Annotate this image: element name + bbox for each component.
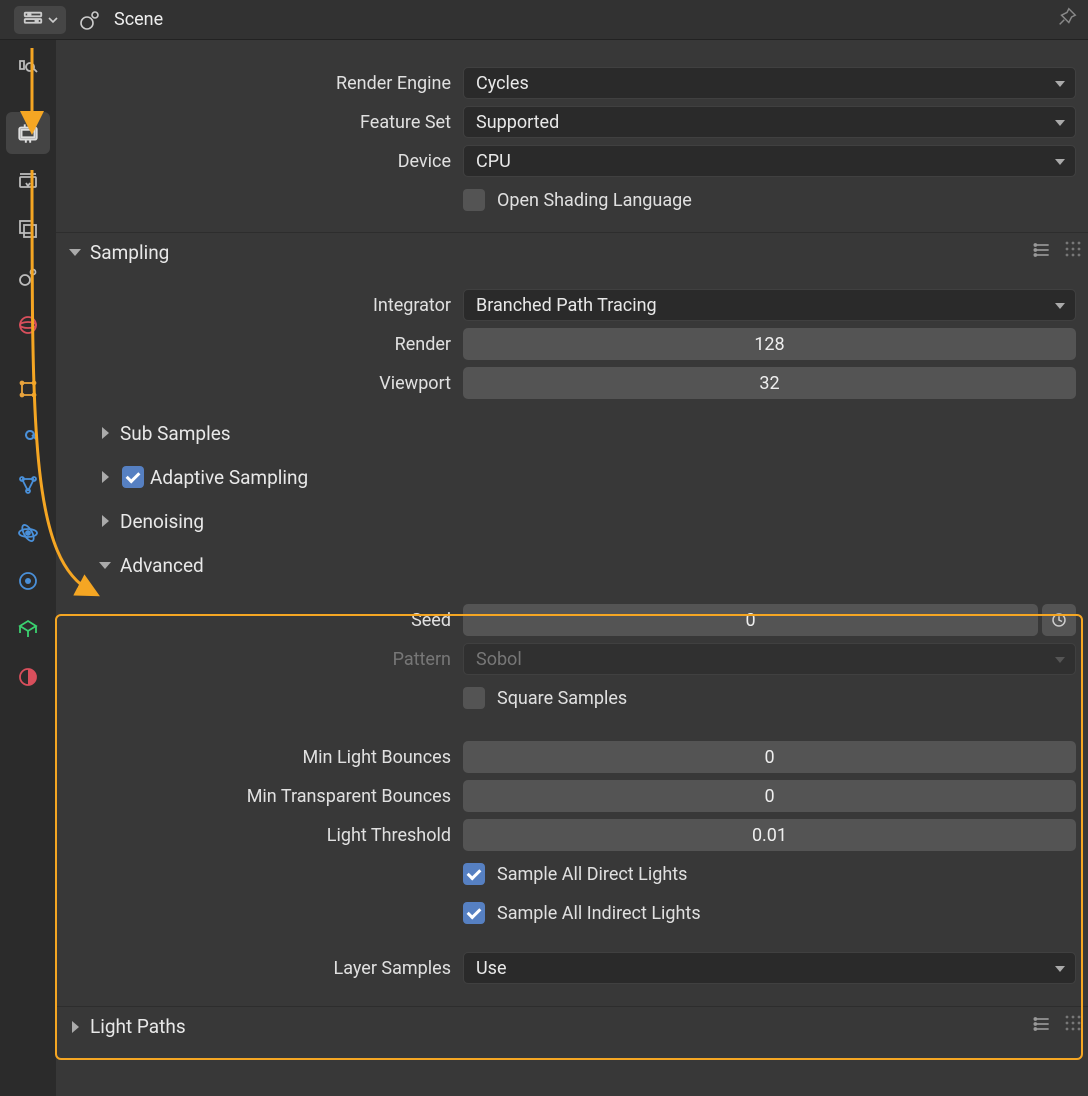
integrator-select[interactable]: Branched Path Tracing xyxy=(463,289,1076,321)
sub-samples-panel-header[interactable]: Sub Samples xyxy=(68,411,1076,455)
tab-tool[interactable] xyxy=(6,48,50,90)
chevron-down-icon xyxy=(48,15,58,25)
light-paths-panel-header[interactable]: Light Paths xyxy=(56,1006,1088,1046)
pin-icon[interactable] xyxy=(1056,6,1078,33)
adaptive-sampling-panel-header[interactable]: Adaptive Sampling xyxy=(68,455,1076,499)
render-properties-content: Render Engine Cycles Feature Set Support… xyxy=(56,40,1088,1096)
render-engine-select[interactable]: Cycles xyxy=(463,67,1076,99)
tab-material[interactable] xyxy=(6,656,50,698)
square-samples-label: Square Samples xyxy=(497,688,627,709)
tab-modifiers[interactable] xyxy=(6,416,50,458)
sample-direct-checkbox[interactable] xyxy=(463,863,485,885)
tab-scene[interactable] xyxy=(6,256,50,298)
sampling-panel-header[interactable]: Sampling xyxy=(56,232,1088,272)
disclosure-right-icon xyxy=(68,1020,82,1034)
min-transparent-bounces-field[interactable]: 0 xyxy=(463,780,1076,812)
seed-label: Seed xyxy=(68,610,463,631)
device-select[interactable]: CPU xyxy=(463,145,1076,177)
drag-handle-icon[interactable] xyxy=(1064,240,1082,265)
render-engine-label: Render Engine xyxy=(68,73,463,94)
layer-samples-label: Layer Samples xyxy=(68,958,463,979)
sample-indirect-label: Sample All Indirect Lights xyxy=(497,903,701,924)
tab-output[interactable] xyxy=(6,160,50,202)
drag-handle-icon[interactable] xyxy=(1064,1014,1082,1039)
viewport-samples-label: Viewport xyxy=(68,373,463,394)
disclosure-down-icon xyxy=(98,558,112,572)
osl-checkbox[interactable] xyxy=(463,189,485,211)
tab-render[interactable] xyxy=(6,112,50,154)
denoising-panel-header[interactable]: Denoising xyxy=(68,499,1076,543)
min-light-bounces-field[interactable]: 0 xyxy=(463,741,1076,773)
layer-samples-select[interactable]: Use xyxy=(463,952,1076,984)
seed-clock-button[interactable] xyxy=(1042,604,1076,636)
device-label: Device xyxy=(68,151,463,172)
disclosure-right-icon xyxy=(98,514,112,528)
render-samples-label: Render xyxy=(68,334,463,355)
feature-set-select[interactable]: Supported xyxy=(463,106,1076,138)
adaptive-sampling-checkbox[interactable] xyxy=(122,466,144,488)
pattern-label: Pattern xyxy=(68,649,463,670)
min-light-bounces-label: Min Light Bounces xyxy=(68,747,463,768)
scene-icon xyxy=(78,8,102,32)
tab-physics[interactable] xyxy=(6,512,50,554)
light-threshold-field[interactable]: 0.01 xyxy=(463,819,1076,851)
properties-icon xyxy=(22,9,44,31)
tab-world[interactable] xyxy=(6,304,50,346)
osl-label: Open Shading Language xyxy=(497,190,692,211)
properties-tabs xyxy=(0,40,56,1096)
viewport-samples-field[interactable]: 32 xyxy=(463,367,1076,399)
feature-set-label: Feature Set xyxy=(68,112,463,133)
preset-icon[interactable] xyxy=(1032,1014,1052,1039)
tab-object[interactable] xyxy=(6,368,50,410)
preset-icon[interactable] xyxy=(1032,240,1052,265)
light-threshold-label: Light Threshold xyxy=(68,825,463,846)
disclosure-right-icon xyxy=(98,470,112,484)
seed-field[interactable]: 0 xyxy=(463,604,1038,636)
integrator-label: Integrator xyxy=(68,295,463,316)
square-samples-checkbox[interactable] xyxy=(463,687,485,709)
render-samples-field[interactable]: 128 xyxy=(463,328,1076,360)
tab-data[interactable] xyxy=(6,608,50,650)
sample-direct-label: Sample All Direct Lights xyxy=(497,864,687,885)
disclosure-down-icon xyxy=(68,246,82,260)
min-transparent-bounces-label: Min Transparent Bounces xyxy=(68,786,463,807)
disclosure-right-icon xyxy=(98,426,112,440)
pattern-select: Sobol xyxy=(463,643,1076,675)
tab-viewlayer[interactable] xyxy=(6,208,50,250)
tab-constraints[interactable] xyxy=(6,560,50,602)
tab-particles[interactable] xyxy=(6,464,50,506)
editor-type-button[interactable] xyxy=(14,6,66,34)
sample-indirect-checkbox[interactable] xyxy=(463,902,485,924)
properties-header: Scene xyxy=(0,0,1088,40)
advanced-panel-body: Seed 0 Pattern Sobol Square Samples Min xyxy=(68,603,1076,985)
advanced-panel-header[interactable]: Advanced xyxy=(68,543,1076,587)
scene-name-label: Scene xyxy=(114,9,163,30)
